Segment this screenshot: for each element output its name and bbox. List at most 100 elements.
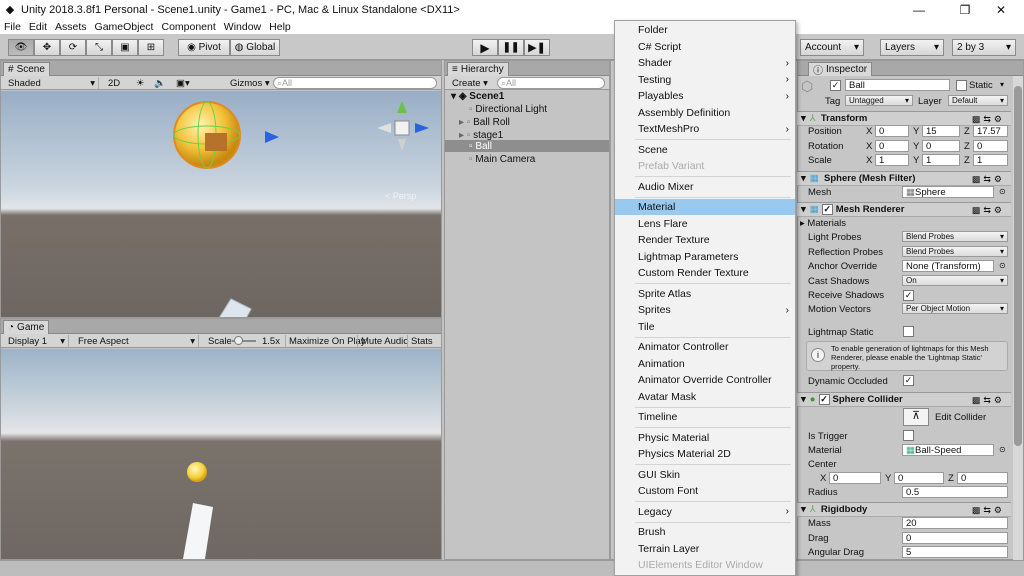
layer-dropdown[interactable]: Default xyxy=(948,95,1008,106)
rotation-y-field[interactable]: 0 xyxy=(922,140,960,152)
menu-help[interactable]: Help xyxy=(265,21,295,33)
global-toggle[interactable]: ◍ Global xyxy=(230,39,280,56)
collider-material-field[interactable]: ▦ Ball-Speed xyxy=(902,444,994,456)
menu-item-animator-controller[interactable]: Animator Controller xyxy=(615,339,795,355)
play-button[interactable]: ▶ xyxy=(472,39,498,56)
hierarchy-item[interactable]: ▫ Directional Light xyxy=(469,103,547,116)
component-settings-icon[interactable]: ▩⇆⚙ xyxy=(972,114,1005,125)
menu-item-gui-skin[interactable]: GUI Skin xyxy=(615,467,795,483)
audio-toggle-icon[interactable]: 🔈 xyxy=(151,77,169,89)
receive-shadows-checkbox[interactable]: ✓ xyxy=(903,290,914,301)
materials-foldout[interactable]: ▸ Materials xyxy=(800,218,846,229)
menu-item-terrain-layer[interactable]: Terrain Layer xyxy=(615,541,795,557)
menu-item-lightmap-parameters[interactable]: Lightmap Parameters xyxy=(615,249,795,265)
rigidbody-header[interactable]: ▾ ⅄ Rigidbody ▩⇆⚙ xyxy=(797,502,1011,517)
menu-item-textmeshpro[interactable]: TextMeshPro › xyxy=(615,121,795,137)
view-tool-eye-icon[interactable]: 👁 xyxy=(8,39,34,56)
scale-z-field[interactable]: 1 xyxy=(973,154,1008,166)
scene-search-input[interactable]: ⌕ All xyxy=(273,77,437,89)
create-dropdown[interactable]: Create ▾ xyxy=(449,77,491,89)
shading-dropdown[interactable]: Shaded ▾ xyxy=(5,77,99,89)
lighting-toggle-icon[interactable]: ☀ xyxy=(133,77,148,89)
menu-item-folder[interactable]: Folder xyxy=(615,22,795,38)
component-settings-icon[interactable]: ▩⇆⚙ xyxy=(972,174,1005,185)
active-checkbox[interactable]: ✓ xyxy=(830,80,841,91)
menu-item-animation[interactable]: Animation xyxy=(615,356,795,372)
mesh-renderer-header[interactable]: ▾ ▦ ✓ Mesh Renderer ▩⇆⚙ xyxy=(797,202,1011,217)
menu-item-testing[interactable]: Testing › xyxy=(615,72,795,88)
persp-label[interactable]: < Persp xyxy=(385,191,416,201)
cast-shadows-dropdown[interactable]: On xyxy=(902,275,1008,286)
hierarchy-item-selected[interactable]: ▫ Ball xyxy=(445,140,609,152)
game-viewport[interactable] xyxy=(1,349,441,559)
reflection-probes-dropdown[interactable]: Blend Probes xyxy=(902,246,1008,257)
menu-window[interactable]: Window xyxy=(220,21,265,33)
menu-item-legacy[interactable]: Legacy › xyxy=(615,504,795,520)
lightmap-static-checkbox[interactable] xyxy=(903,326,914,337)
gizmos-dropdown[interactable]: Gizmos ▾ xyxy=(227,77,273,89)
mass-field[interactable]: 20 xyxy=(902,517,1008,529)
menu-item-custom-font[interactable]: Custom Font xyxy=(615,483,795,499)
position-y-field[interactable]: 15 xyxy=(922,125,960,137)
layers-dropdown[interactable]: Layers ▾ xyxy=(880,39,944,56)
menu-item-avatar-mask[interactable]: Avatar Mask xyxy=(615,389,795,405)
dynamic-occluded-checkbox[interactable]: ✓ xyxy=(903,375,914,386)
pivot-toggle[interactable]: ◉ Pivot xyxy=(178,39,230,56)
mesh-renderer-enabled-checkbox[interactable]: ✓ xyxy=(821,204,833,215)
stats-toggle[interactable]: Stats xyxy=(407,335,436,347)
view-gizmo-icon[interactable] xyxy=(377,101,429,151)
position-z-field[interactable]: 17.57 xyxy=(973,125,1008,137)
tab-game[interactable]: ◔ Game xyxy=(3,320,50,334)
rotation-x-field[interactable]: 0 xyxy=(875,140,909,152)
center-y-field[interactable]: 0 xyxy=(894,472,944,484)
center-x-field[interactable]: 0 xyxy=(829,472,881,484)
component-settings-icon[interactable]: ▩⇆⚙ xyxy=(972,395,1005,406)
menu-gameobject[interactable]: GameObject xyxy=(91,21,158,33)
angular-drag-field[interactable]: 5 xyxy=(902,546,1008,558)
component-settings-icon[interactable]: ▩⇆⚙ xyxy=(972,205,1005,216)
menu-item-material[interactable]: Material xyxy=(615,199,795,215)
drag-field[interactable]: 0 xyxy=(902,532,1008,544)
object-name-field[interactable]: Ball xyxy=(845,79,950,91)
edit-collider-button[interactable]: ⊼ xyxy=(903,408,929,426)
pause-button[interactable]: ❚❚ xyxy=(498,39,524,56)
light-probes-dropdown[interactable]: Blend Probes xyxy=(902,231,1008,242)
menu-item-shader[interactable]: Shader › xyxy=(615,55,795,71)
rotate-tool-icon[interactable]: ⟳ xyxy=(60,39,86,56)
menu-edit[interactable]: Edit xyxy=(25,21,51,33)
object-picker-icon[interactable]: ⊙ xyxy=(999,261,1006,270)
position-x-field[interactable]: 0 xyxy=(875,125,909,137)
menu-assets[interactable]: Assets xyxy=(51,21,91,33)
menu-item-lens-flare[interactable]: Lens Flare xyxy=(615,216,795,232)
tab-hierarchy[interactable]: ≡ Hierarchy xyxy=(447,62,509,76)
tag-dropdown[interactable]: Untagged xyxy=(845,95,913,106)
hierarchy-item[interactable]: ▫ Main Camera xyxy=(469,153,535,166)
component-settings-icon[interactable]: ▩⇆⚙ xyxy=(972,505,1005,516)
minimize-button[interactable]: — xyxy=(896,0,942,19)
rotation-z-field[interactable]: 0 xyxy=(973,140,1008,152)
transform-tool-icon[interactable]: ⊞ xyxy=(138,39,164,56)
object-picker-icon[interactable]: ⊙ xyxy=(999,445,1006,454)
mute-audio-toggle[interactable]: Mute Audio xyxy=(357,335,412,347)
menu-item-custom-render-texture[interactable]: Custom Render Texture xyxy=(615,265,795,281)
scale-y-field[interactable]: 1 xyxy=(922,154,960,166)
dropdown-arrow-icon[interactable]: ▾ xyxy=(1000,80,1004,89)
radius-field[interactable]: 0.5 xyxy=(902,486,1008,498)
sphere-collider-enabled-checkbox[interactable]: ✓ xyxy=(818,394,830,405)
move-tool-icon[interactable]: ✥ xyxy=(34,39,60,56)
menu-item-physics-material-2d[interactable]: Physics Material 2D xyxy=(615,446,795,462)
tab-scene[interactable]: # Scene xyxy=(3,62,50,76)
menu-item-c-script[interactable]: C# Script xyxy=(615,39,795,55)
z-axis-handle[interactable] xyxy=(265,131,279,143)
scene-root[interactable]: ▾ ◈ Scene1 xyxy=(451,90,504,103)
scale-slider[interactable] xyxy=(229,335,259,347)
tab-inspector[interactable]: ⓘ Inspector xyxy=(808,62,873,77)
stage-block[interactable] xyxy=(206,298,252,317)
menu-item-render-texture[interactable]: Render Texture xyxy=(615,232,795,248)
step-button[interactable]: ▶❚ xyxy=(524,39,550,56)
menu-item-physic-material[interactable]: Physic Material xyxy=(615,430,795,446)
center-z-field[interactable]: 0 xyxy=(957,472,1008,484)
hierarchy-search-input[interactable]: ⌕ All xyxy=(497,77,605,89)
menu-item-audio-mixer[interactable]: Audio Mixer xyxy=(615,179,795,195)
menu-item-sprites[interactable]: Sprites › xyxy=(615,302,795,318)
